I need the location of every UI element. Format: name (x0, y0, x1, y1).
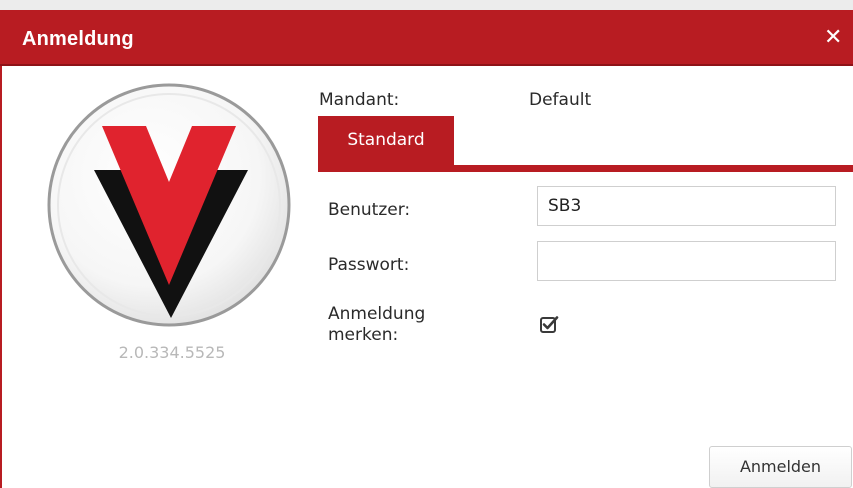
tab-standard[interactable]: Standard (318, 116, 454, 165)
dialog-titlebar: Anmeldung ✕ (0, 10, 853, 66)
tab-strip (318, 165, 853, 172)
close-icon[interactable]: ✕ (824, 24, 853, 52)
tenant-label: Mandant: (319, 90, 400, 110)
remember-label-line1: Anmeldung (328, 304, 426, 324)
window-top-strip (0, 0, 853, 10)
login-dialog: Anmeldung ✕ 2.0.334.5525 Mandant: Defaul… (0, 10, 853, 488)
login-button[interactable]: Anmelden (709, 446, 852, 488)
dialog-title: Anmeldung (22, 28, 134, 50)
tenant-value: Default (529, 90, 592, 110)
version-text: 2.0.334.5525 (118, 343, 226, 362)
v-logo-icon (47, 83, 291, 327)
user-label: Benutzer: (328, 200, 411, 220)
remember-label-line2: merken: (328, 325, 399, 345)
password-field[interactable] (537, 241, 836, 281)
password-label: Passwort: (328, 255, 410, 275)
checkbox-checked-icon[interactable] (539, 314, 559, 334)
username-field[interactable] (537, 186, 836, 226)
